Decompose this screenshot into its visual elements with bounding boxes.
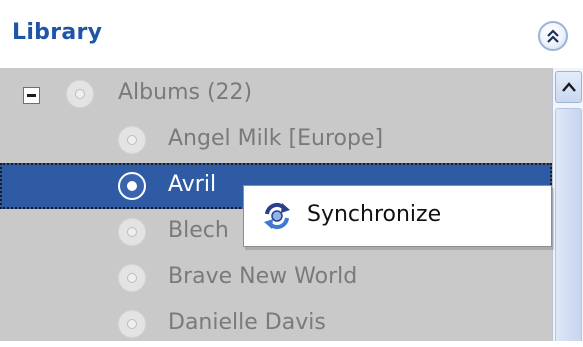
library-title: Library: [12, 20, 103, 45]
scrollbar-thumb[interactable]: [555, 108, 582, 341]
collapse-tree-icon[interactable]: [23, 87, 40, 104]
double-chevron-up-icon: [547, 29, 559, 43]
menu-item-label: Synchronize: [307, 202, 442, 227]
tree-item-albums[interactable]: Albums (22): [0, 71, 552, 117]
album-disc-icon: [118, 218, 146, 246]
scroll-up-button[interactable]: [555, 71, 582, 103]
synchronize-icon: [264, 202, 290, 230]
album-disc-icon: [118, 172, 146, 200]
tree-item-label: Angel Milk [Europe]: [168, 126, 384, 151]
tree-item-album[interactable]: Danielle Davis: [0, 301, 552, 347]
tree-item-label: Danielle Davis: [168, 310, 326, 335]
collapse-panel-button[interactable]: [538, 21, 568, 51]
tree-item-album[interactable]: Angel Milk [Europe]: [0, 117, 552, 163]
vertical-scrollbar[interactable]: [552, 68, 583, 341]
album-disc-icon: [118, 310, 146, 338]
tree-item-label: Albums (22): [118, 80, 253, 105]
tree-item-label: Avril: [168, 172, 217, 197]
tree-item-label: Blech: [168, 218, 229, 243]
album-disc-icon: [118, 126, 146, 154]
tree-item-label: Brave New World: [168, 264, 358, 289]
context-menu: Synchronize: [243, 185, 552, 247]
album-disc-icon: [66, 80, 94, 108]
album-disc-icon: [118, 264, 146, 292]
tree-item-album[interactable]: Brave New World: [0, 255, 552, 301]
library-header: Library: [0, 0, 583, 68]
chevron-up-icon: [562, 82, 576, 92]
synchronize-menu-item[interactable]: Synchronize: [244, 186, 551, 246]
